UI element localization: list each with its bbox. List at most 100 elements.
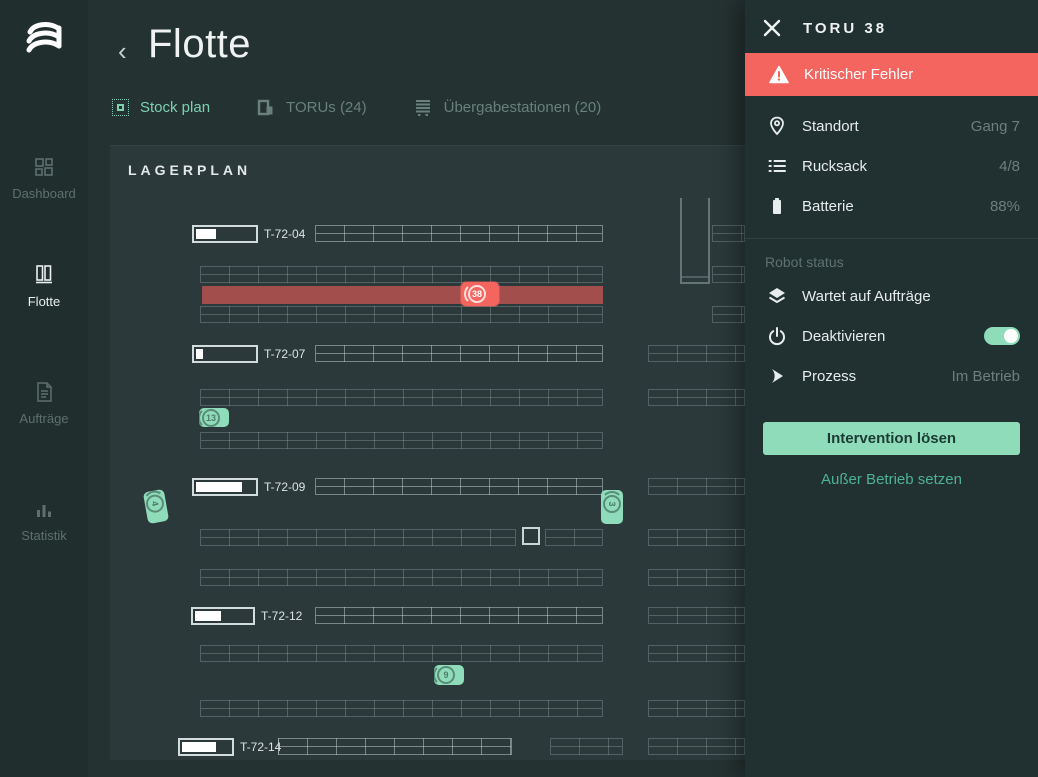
shelf-row xyxy=(315,478,603,495)
deactivate-toggle[interactable] xyxy=(984,327,1020,345)
rack-T-72-07[interactable]: T-72-07 xyxy=(192,345,305,363)
shelf-row xyxy=(712,306,745,323)
shelf-row xyxy=(648,700,745,717)
error-aisle-highlight xyxy=(202,286,603,304)
rack-label: T-72-12 xyxy=(261,609,303,623)
toggle-knob xyxy=(1004,329,1018,343)
sidebar-item-statistik[interactable]: Statistik xyxy=(0,499,88,543)
stat-value: Gang 7 xyxy=(970,117,1020,135)
status-row-deaktivieren: Deaktivieren xyxy=(745,316,1038,356)
process-arrow-icon xyxy=(765,366,789,386)
rack-T-72-04[interactable]: T-72-04 xyxy=(192,225,305,243)
shelf-row xyxy=(545,529,603,546)
robot-9[interactable]: 9 xyxy=(433,664,464,686)
dashboard-icon xyxy=(35,158,53,176)
power-icon xyxy=(765,325,789,347)
stat-label: Standort xyxy=(802,117,859,135)
robot-id: 9 xyxy=(443,670,449,680)
stat-label: Batterie xyxy=(802,197,854,215)
rack-label: T-72-07 xyxy=(264,347,306,361)
warning-icon xyxy=(769,65,789,84)
rack-fill-gauge xyxy=(192,345,258,363)
status-row-wartet: Wartet auf Aufträge xyxy=(745,276,1038,316)
sidebar-item-label: Dashboard xyxy=(12,186,76,201)
shelf-row xyxy=(200,432,603,449)
rack-label: T-72-14 xyxy=(240,740,282,754)
sidebar: Dashboard Flotte Aufträge Statistik xyxy=(0,0,88,777)
rack-fill-bar xyxy=(196,349,203,359)
orders-icon xyxy=(37,382,52,402)
shelf-row xyxy=(712,266,745,283)
layers-icon xyxy=(765,285,789,307)
close-icon[interactable] xyxy=(763,19,781,37)
shelf-row xyxy=(200,306,603,323)
robot-38[interactable]: 38 xyxy=(461,282,499,306)
dock-outline xyxy=(680,198,710,284)
torus-icon xyxy=(257,99,273,115)
tab-torus[interactable]: TORUs (24) xyxy=(256,98,367,117)
shelf-row xyxy=(200,700,603,717)
shelf-row xyxy=(648,529,745,546)
rack-fill-gauge xyxy=(192,225,258,243)
shelf-row xyxy=(648,345,745,362)
tab-label: TORUs (24) xyxy=(286,98,367,116)
rack-T-72-09[interactable]: T-72-09 xyxy=(192,478,305,496)
shelf-row xyxy=(278,738,512,755)
stat-row-standort: Standort Gang 7 xyxy=(745,106,1038,146)
shelf-row xyxy=(648,607,745,624)
robot-id: 38 xyxy=(471,289,482,299)
shelf-row xyxy=(200,569,603,586)
robot-4[interactable]: 4 xyxy=(142,488,170,525)
map-title: LAGERPLAN xyxy=(128,162,252,178)
rack-fill-gauge xyxy=(178,738,234,756)
shelf-row xyxy=(550,738,623,755)
sidebar-item-flotte[interactable]: Flotte xyxy=(0,263,88,309)
tab-label: Stock plan xyxy=(140,98,211,116)
panel-title: TORU 38 xyxy=(803,19,888,37)
rack-fill-gauge xyxy=(191,607,255,625)
shelf-row xyxy=(648,389,745,406)
tab-stock-plan[interactable]: Stock plan xyxy=(112,98,211,116)
out-of-service-link[interactable]: Außer Betrieb setzen xyxy=(745,471,1038,488)
robot-13[interactable]: 13 xyxy=(198,406,229,429)
shelf-row xyxy=(648,569,745,586)
shelf-row xyxy=(200,645,603,662)
status-label: Deaktivieren xyxy=(802,327,886,345)
stat-row-batterie: Batterie 88% xyxy=(745,186,1038,226)
stations-icon xyxy=(415,100,430,116)
stat-label: Rucksack xyxy=(802,157,868,175)
shelf-row xyxy=(315,345,603,362)
status-row-prozess: Prozess Im Betrieb xyxy=(745,356,1038,396)
status-label: Prozess xyxy=(802,367,857,385)
resolve-intervention-button[interactable]: Intervention lösen xyxy=(763,422,1020,455)
alert-label: Kritischer Fehler xyxy=(804,66,914,83)
rack-T-72-14[interactable]: T-72-14 xyxy=(178,738,281,756)
tab-uebergabestationen[interactable]: Übergabestationen (20) xyxy=(413,97,602,117)
shelf-row xyxy=(315,225,603,242)
sidebar-item-auftraege[interactable]: Aufträge xyxy=(0,380,88,426)
page-title: Flotte xyxy=(148,22,252,66)
robot-stats: Standort Gang 7 Rucksack 4/8 Batterie 88… xyxy=(745,106,1038,226)
stat-row-rucksack: Rucksack 4/8 xyxy=(745,146,1038,186)
shelf-row xyxy=(200,266,603,283)
robot-3[interactable]: 3 xyxy=(601,490,623,524)
panel-header: TORU 38 xyxy=(745,0,1038,53)
shelf-row xyxy=(315,607,603,624)
critical-error-banner[interactable]: Kritischer Fehler xyxy=(745,53,1038,96)
robot-id: 3 xyxy=(607,501,617,507)
sidebar-item-label: Flotte xyxy=(27,294,61,309)
list-icon xyxy=(765,156,789,176)
app-window: Dashboard Flotte Aufträge Statistik ‹ Fl… xyxy=(0,0,1038,777)
rack-T-72-12[interactable]: T-72-12 xyxy=(191,607,302,625)
stock-plan-icon xyxy=(112,98,129,116)
robot-id: 13 xyxy=(205,412,216,423)
sidebar-item-label: Aufträge xyxy=(19,411,69,426)
tab-label: Übergabestationen (20) xyxy=(443,98,602,116)
shelf-row xyxy=(648,738,745,755)
rack-fill-bar xyxy=(182,742,216,752)
statistics-icon xyxy=(37,505,51,517)
stat-value: 4/8 xyxy=(999,157,1020,175)
back-button[interactable]: ‹ xyxy=(118,38,134,64)
rack-fill-bar xyxy=(196,229,216,239)
sidebar-item-dashboard[interactable]: Dashboard xyxy=(0,155,88,201)
